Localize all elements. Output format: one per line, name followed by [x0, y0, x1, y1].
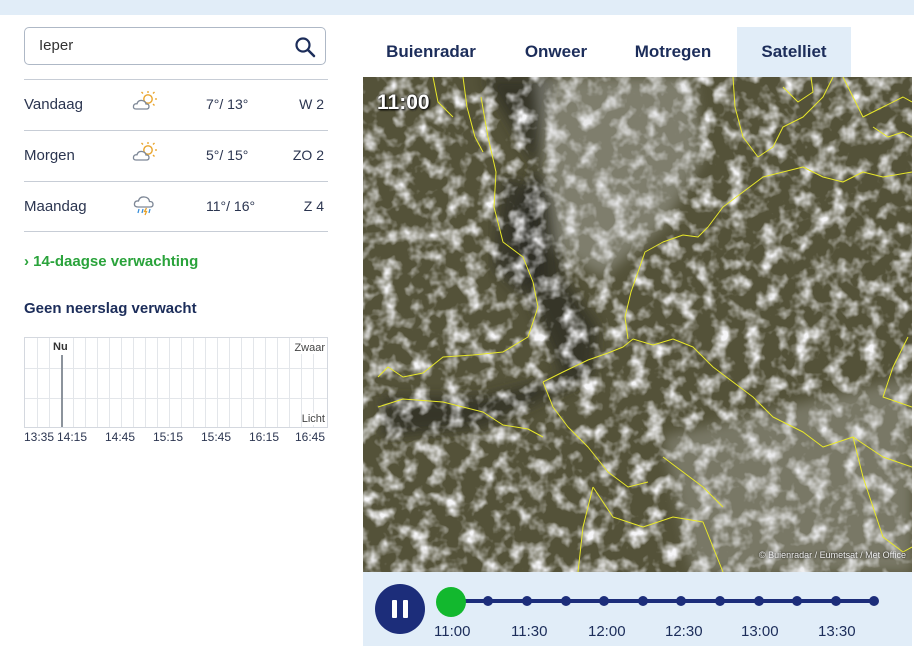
timeline-label: 13:00 — [741, 623, 779, 640]
sun-behind-cloud-icon — [132, 142, 157, 161]
forecast-day: Maandag — [24, 198, 87, 215]
forecast-wind: ZO 2 — [292, 147, 324, 163]
timeline-label: 12:00 — [588, 623, 626, 640]
timeline-step[interactable] — [483, 596, 493, 606]
tab-motregen[interactable]: Motregen — [619, 27, 727, 77]
timeline-step[interactable] — [715, 596, 725, 606]
location-search[interactable] — [24, 27, 326, 65]
forecast-wind: Z 4 — [303, 198, 324, 214]
forecast-temp: 7°/ 13° — [206, 96, 249, 112]
now-marker — [61, 355, 63, 427]
tab-buienradar[interactable]: Buienradar — [369, 27, 493, 77]
time-tick: 13:35 — [24, 430, 55, 444]
time-tick: 14:45 — [105, 430, 136, 444]
timeline-step[interactable] — [522, 596, 532, 606]
timeline-step[interactable] — [599, 596, 609, 606]
precipitation-heading: Geen neerslag verwacht — [24, 300, 197, 317]
top-bar — [0, 0, 914, 15]
sun-behind-cloud-icon — [132, 91, 157, 110]
pause-button[interactable] — [375, 584, 425, 634]
timeline-step[interactable] — [676, 596, 686, 606]
precipitation-chart: Nu Zwaar Licht — [24, 337, 328, 428]
heavy-label: Zwaar — [294, 342, 325, 354]
time-tick: 15:45 — [201, 430, 232, 444]
map-tabs: Buienradar Onweer Motregen Satelliet — [363, 27, 914, 83]
forecast-row-today[interactable]: Vandaag 7°/ 13° W 2 — [24, 79, 328, 131]
time-tick: 16:15 — [249, 430, 280, 444]
now-label: Nu — [53, 341, 68, 353]
light-label: Licht — [301, 413, 325, 425]
forecast-day: Morgen — [24, 147, 75, 164]
timeline-step[interactable] — [561, 596, 571, 606]
satellite-image — [363, 77, 912, 572]
timeline-label: 13:30 — [818, 623, 856, 640]
time-tick: 14:15 — [57, 430, 88, 444]
map-credit: © Buienradar / Eumetsat / Met Office — [758, 550, 906, 560]
tab-onweer[interactable]: Onweer — [509, 27, 603, 77]
forecast-wind: W 2 — [299, 96, 324, 112]
forecast-day: Vandaag — [24, 96, 83, 113]
timeline-step[interactable] — [831, 596, 841, 606]
forecast-row-tomorrow[interactable]: Morgen 5°/ 15° ZO 2 — [24, 130, 328, 182]
time-tick: 16:45 — [295, 430, 326, 444]
forecast-temp: 5°/ 15° — [206, 147, 249, 163]
timeline-label: 11:00 — [434, 623, 471, 640]
search-input[interactable] — [39, 37, 289, 54]
timeline-step[interactable] — [792, 596, 802, 606]
timeline-step[interactable] — [638, 596, 648, 606]
timeline-step[interactable] — [869, 596, 879, 606]
divider — [24, 231, 328, 232]
14-day-forecast-link[interactable]: › 14-daagse verwachting — [24, 253, 198, 270]
timeline-thumb[interactable] — [436, 587, 466, 617]
timeline-step[interactable] — [754, 596, 764, 606]
forecast-row-monday[interactable]: Maandag 11°/ 16° Z 4 — [24, 181, 328, 233]
timeline-label: 12:30 — [665, 623, 703, 640]
rain-thunder-cloud-icon — [133, 196, 154, 216]
timeline-label: 11:30 — [511, 623, 548, 640]
search-icon[interactable] — [294, 36, 316, 58]
forecast-temp: 11°/ 16° — [206, 198, 256, 214]
satellite-map[interactable]: 11:00 © Buienradar / Eumetsat / Met Offi… — [363, 77, 912, 572]
time-tick: 15:15 — [153, 430, 184, 444]
map-time: 11:00 — [377, 91, 430, 114]
tab-satelliet[interactable]: Satelliet — [737, 27, 851, 83]
tab-satelliet-label: Satelliet — [761, 42, 827, 61]
pause-icon — [392, 600, 397, 618]
timeline-track[interactable] — [451, 599, 875, 603]
timeline-player: 11:00 11:30 12:00 12:30 13:00 13:30 — [363, 572, 912, 646]
